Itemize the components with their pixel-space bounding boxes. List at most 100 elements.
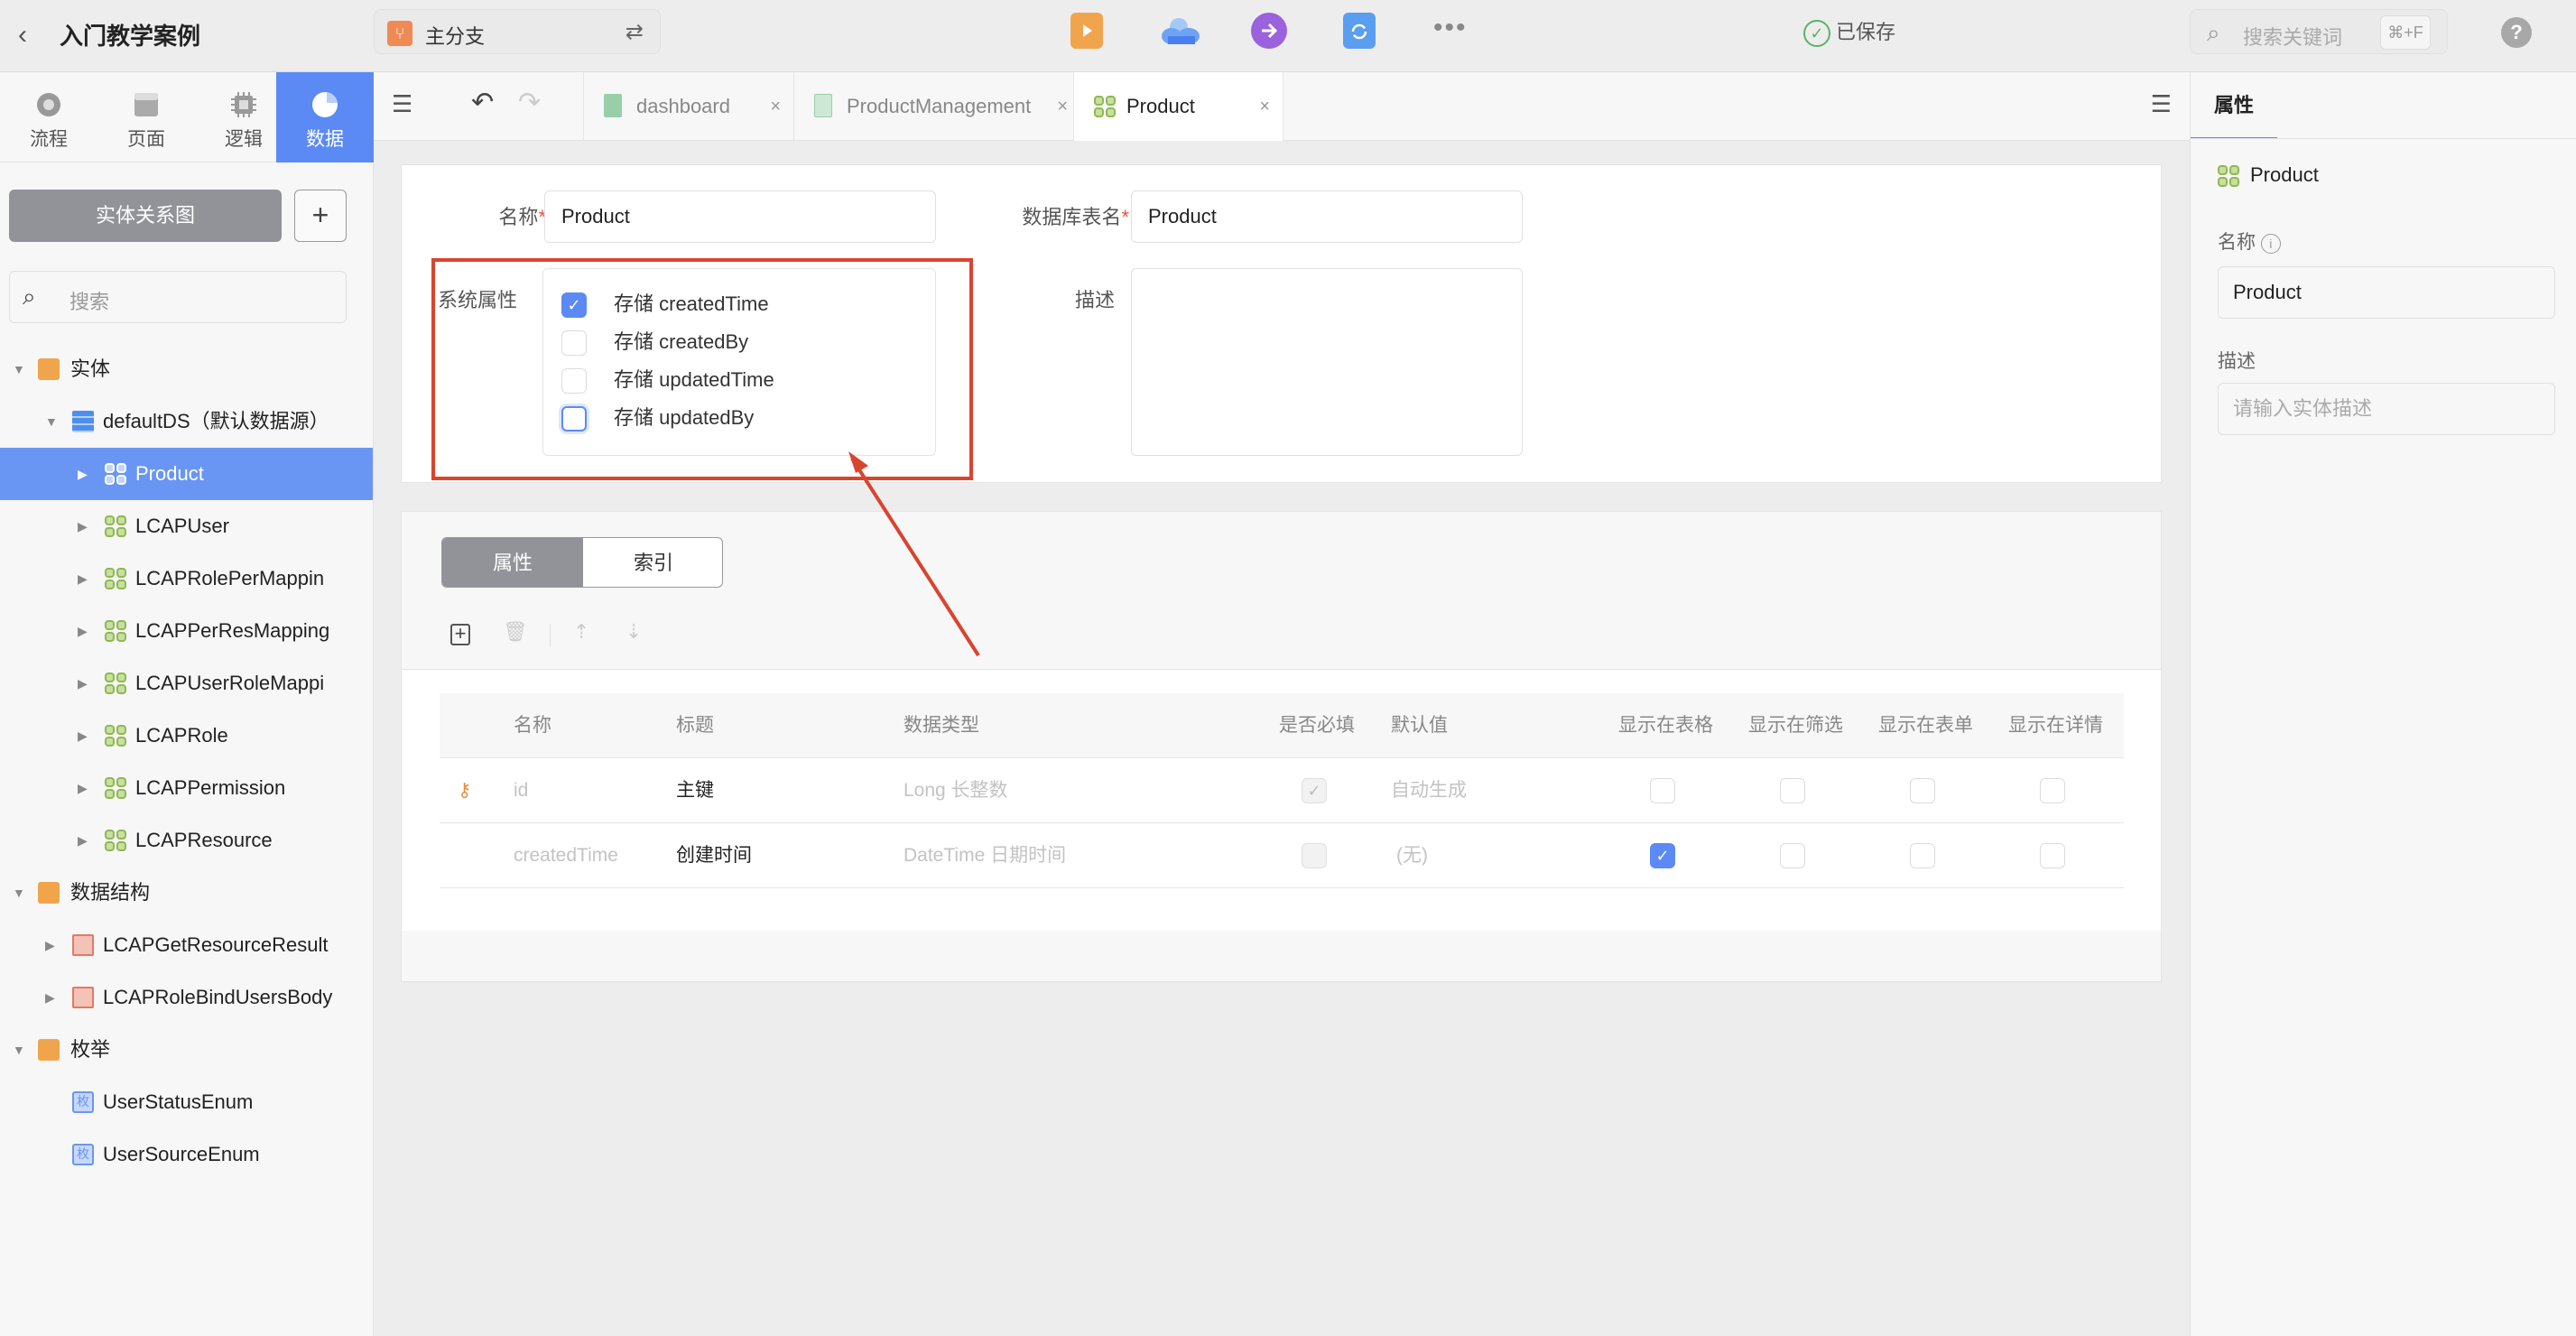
- shortcut-badge: ⌘+F: [2380, 15, 2431, 50]
- sync-icon[interactable]: [1343, 13, 1376, 49]
- tree-item-enum[interactable]: 枚 UserStatusEnum: [0, 1076, 373, 1128]
- tree-folder-enums[interactable]: ▼ 枚举: [0, 1024, 373, 1076]
- activity-tab-page[interactable]: 页面: [97, 72, 195, 162]
- redo-icon[interactable]: ↷: [518, 87, 541, 118]
- activity-tab-data[interactable]: 数据: [276, 72, 374, 162]
- caret-down-icon[interactable]: ▼: [13, 867, 25, 919]
- close-icon[interactable]: ×: [770, 72, 781, 141]
- name-input[interactable]: Product: [544, 190, 936, 243]
- undo-icon[interactable]: ↶: [471, 87, 494, 118]
- collapse-sidebar-icon[interactable]: ☰: [392, 90, 412, 118]
- help-icon[interactable]: ?: [2501, 17, 2532, 48]
- properties-table: 名称 标题 数据类型 是否必填 默认值 显示在表格 显示在筛选 显示在表单 显示…: [402, 669, 2161, 931]
- enum-icon: 枚: [72, 1144, 94, 1165]
- caret-down-icon[interactable]: ▼: [13, 1024, 25, 1076]
- move-up-icon[interactable]: ⇡: [573, 620, 589, 644]
- show-in-table-checkbox[interactable]: [1650, 778, 1675, 804]
- search-placeholder: 搜索: [69, 291, 110, 313]
- info-icon[interactable]: i: [2260, 234, 2281, 254]
- caret-right-icon[interactable]: ▶: [78, 500, 88, 552]
- tree-folder-structures[interactable]: ▼ 数据结构: [0, 867, 373, 919]
- show-in-table-checkbox[interactable]: ✓: [1650, 843, 1675, 869]
- swap-icon[interactable]: ⇄: [625, 19, 644, 45]
- entity-icon: [105, 568, 126, 589]
- entity-icon: [105, 673, 126, 694]
- toolbar-divider: [550, 624, 551, 647]
- sidebar-search-input[interactable]: ⌕ 搜索: [9, 271, 347, 323]
- delete-icon[interactable]: 🗑: [503, 620, 528, 644]
- tree-item-structure[interactable]: ▶ LCAPGetResourceResult: [0, 919, 373, 971]
- global-search[interactable]: ⌕ 搜索关键词 ⌘+F: [2190, 9, 2448, 54]
- branch-icon: ⑂: [387, 21, 412, 46]
- annotation-arrow: [848, 451, 980, 657]
- tree-item-entity[interactable]: ▶ LCAPPermission: [0, 762, 373, 814]
- tree-item-entity[interactable]: ▶ LCAPUserRoleMappi: [0, 657, 373, 710]
- tab-dashboard[interactable]: dashboard ×: [583, 72, 794, 141]
- name-input[interactable]: Product: [2218, 266, 2555, 319]
- tree-datasource[interactable]: ▼ defaultDS（默认数据源）: [0, 395, 373, 448]
- show-in-filter-checkbox[interactable]: [1780, 843, 1805, 869]
- tree-item-entity[interactable]: ▶ LCAPRole: [0, 710, 373, 762]
- caret-down-icon[interactable]: ▼: [13, 343, 25, 395]
- folder-icon: [38, 1039, 60, 1061]
- tree-folder-entities[interactable]: ▼ 实体: [0, 343, 373, 395]
- tree-item-structure[interactable]: ▶ LCAPRoleBindUsersBody: [0, 971, 373, 1024]
- table-row[interactable]: createdTime 创建时间 DateTime 日期时间 (无) ✓: [440, 823, 2124, 888]
- move-down-icon[interactable]: ⇣: [625, 620, 642, 644]
- tree-item-entity[interactable]: ▶ LCAPUser: [0, 500, 373, 552]
- caret-right-icon[interactable]: ▶: [78, 814, 88, 867]
- branch-selector[interactable]: ⑂ 主分支 ⇄: [374, 9, 661, 54]
- tab-productmanagement[interactable]: ProductManagement ×: [794, 72, 1074, 141]
- cloud-deploy-icon[interactable]: [1159, 13, 1202, 49]
- data-pie-icon: [312, 92, 338, 117]
- table-name-label: 数据库表名*: [1022, 206, 1129, 228]
- collapse-panel-icon[interactable]: ☰: [2151, 90, 2172, 118]
- show-in-form-checkbox[interactable]: [1910, 843, 1935, 869]
- tree-item-entity[interactable]: ▶ LCAPPerResMapping: [0, 605, 373, 657]
- segment-properties[interactable]: 属性: [442, 538, 583, 587]
- show-in-filter-checkbox[interactable]: [1780, 778, 1805, 804]
- tab-properties[interactable]: 属性: [2191, 72, 2277, 139]
- show-in-detail-checkbox[interactable]: [2040, 843, 2065, 869]
- add-icon[interactable]: +: [450, 624, 470, 645]
- show-in-form-checkbox[interactable]: [1910, 778, 1935, 804]
- description-label: 描述: [2218, 351, 2256, 372]
- table-row[interactable]: ⚷ id 主键 Long 长整数 ✓ 自动生成: [440, 758, 2124, 823]
- caret-right-icon[interactable]: ▶: [78, 657, 88, 710]
- tree-item-enum[interactable]: 枚 UserSourceEnum: [0, 1128, 373, 1181]
- tree-item-entity[interactable]: ▶ LCAPResource: [0, 814, 373, 867]
- caret-right-icon[interactable]: ▶: [78, 552, 88, 605]
- datasource-icon: [72, 411, 94, 432]
- publish-arrow-icon[interactable]: [1251, 13, 1287, 49]
- more-icon[interactable]: •••: [1433, 13, 1468, 43]
- table-name-input[interactable]: Product: [1131, 190, 1523, 243]
- flow-icon: [37, 93, 60, 116]
- description-textarea[interactable]: [1131, 268, 1523, 456]
- show-in-detail-checkbox[interactable]: [2040, 778, 2065, 804]
- caret-right-icon[interactable]: ▶: [78, 762, 88, 814]
- tree-item-entity[interactable]: ▶ Product: [0, 448, 373, 500]
- caret-down-icon[interactable]: ▼: [45, 395, 58, 448]
- caret-right-icon[interactable]: ▶: [78, 710, 88, 762]
- chevron-left-icon[interactable]: ‹: [18, 20, 27, 51]
- er-diagram-button[interactable]: 实体关系图: [9, 190, 282, 242]
- close-icon[interactable]: ×: [1057, 72, 1068, 141]
- description-input[interactable]: 请输入实体描述: [2218, 383, 2555, 435]
- page-file-icon: [604, 94, 622, 117]
- structure-icon: [72, 934, 94, 956]
- segmented-control: 属性 索引: [441, 537, 723, 588]
- name-label: 名称*: [498, 206, 546, 228]
- caret-right-icon[interactable]: ▶: [78, 448, 88, 500]
- close-icon[interactable]: ×: [1259, 72, 1270, 141]
- caret-right-icon[interactable]: ▶: [45, 971, 55, 1024]
- caret-right-icon[interactable]: ▶: [45, 919, 55, 971]
- activity-tab-flow[interactable]: 流程: [0, 72, 97, 162]
- caret-right-icon[interactable]: ▶: [78, 605, 88, 657]
- segment-indexes[interactable]: 索引: [583, 538, 722, 587]
- tree-item-entity[interactable]: ▶ LCAPRolePerMappin: [0, 552, 373, 605]
- required-checkbox: ✓: [1302, 778, 1327, 804]
- preview-icon[interactable]: [1070, 13, 1103, 49]
- tab-product[interactable]: Product ×: [1074, 72, 1283, 141]
- entity-icon: [105, 515, 126, 537]
- add-button[interactable]: +: [294, 190, 347, 242]
